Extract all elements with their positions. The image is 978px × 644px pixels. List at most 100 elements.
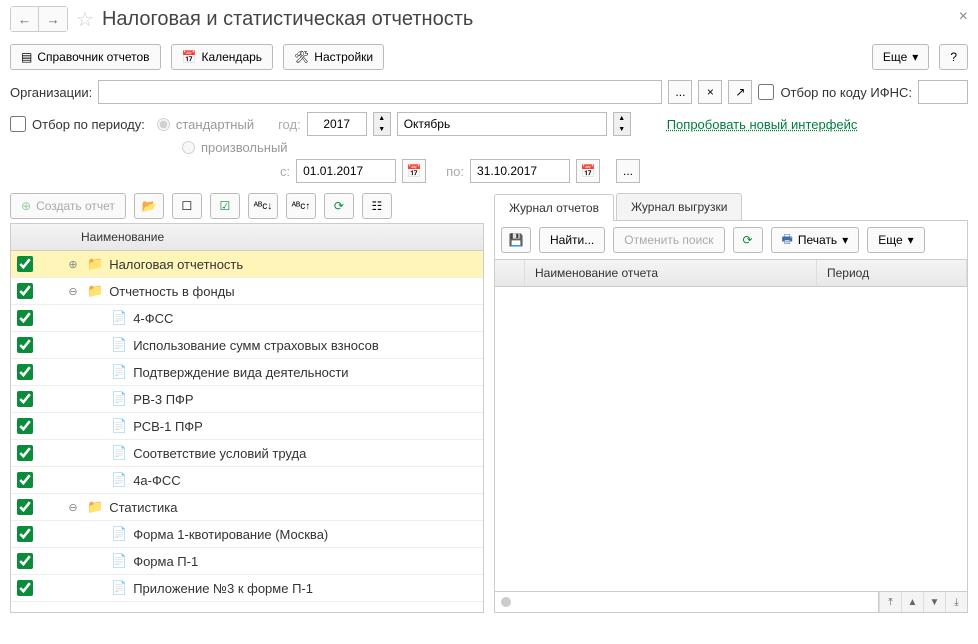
tree-row[interactable]: 📄РВ-3 ПФР (11, 386, 483, 413)
settings-button[interactable]: 🛠 Настройки (283, 44, 384, 70)
print-button[interactable]: 🖶 Печать ▾ (771, 227, 860, 253)
list-icon: ▤ (21, 50, 32, 64)
range-choose-button[interactable]: ... (616, 159, 640, 183)
expand-icon[interactable]: ⊕ (65, 258, 81, 271)
tree-row[interactable]: 📄Приложение №3 к форме П-1 (11, 575, 483, 602)
sort-desc-icon: ᴬᴮᴄ↓ (254, 201, 273, 212)
tree-row[interactable]: 📄Форма 1-квотирование (Москва) (11, 521, 483, 548)
org-label: Организации: (10, 85, 92, 100)
col-name[interactable]: Наименование отчета (525, 260, 817, 286)
tab-journal-export[interactable]: Журнал выгрузки (616, 193, 743, 220)
tree-button[interactable]: ☷ (362, 193, 392, 219)
row-label: 4а-ФСС (133, 473, 180, 488)
tree-row[interactable]: ⊕ 📁 Налоговая отчетность (11, 251, 483, 278)
sort-asc-icon: ᴬᴮᴄ↑ (292, 201, 311, 212)
tab-journal-reports[interactable]: Журнал отчетов (494, 194, 614, 221)
calendar-button[interactable]: 📅 Календарь (171, 44, 274, 70)
tree-header-name[interactable]: Наименование (11, 224, 483, 251)
calendar-icon: 📅 (182, 50, 197, 64)
expand-icon[interactable]: ⊖ (65, 285, 81, 298)
ifns-checkbox[interactable] (758, 84, 774, 100)
row-checkbox[interactable] (17, 283, 33, 299)
row-checkbox[interactable] (17, 364, 33, 380)
document-icon: 📄 (111, 337, 127, 353)
refresh-right-button[interactable]: ⟳ (733, 227, 763, 253)
scroll-down-button[interactable]: ▼ (923, 592, 945, 612)
right-toolbar: 💾 Найти... Отменить поиск ⟳ 🖶 Печать ▾ Е… (495, 221, 967, 259)
more-button[interactable]: Еще ▾ (872, 44, 929, 70)
month-spinner[interactable]: ▲▼ (613, 112, 631, 136)
scroll-bottom-button[interactable]: ⤓ (945, 592, 967, 612)
to-calendar-button[interactable]: 📅 (576, 159, 600, 183)
row-checkbox[interactable] (17, 391, 33, 407)
row-label: Налоговая отчетность (109, 257, 243, 272)
forward-button[interactable]: → (39, 7, 67, 31)
custom-radio[interactable]: произвольный (182, 140, 288, 155)
close-icon[interactable]: × (959, 8, 968, 26)
org-select-button[interactable]: ... (668, 80, 692, 104)
tree-row[interactable]: ⊖📁Отчетность в фонды (11, 278, 483, 305)
scroll-up-button[interactable]: ▲ (901, 592, 923, 612)
to-date-input[interactable] (470, 159, 570, 183)
report-tree: Наименование ⊕ 📁 Налоговая отчетность ⊖📁Отч… (10, 223, 484, 613)
scroll-top-button[interactable]: ⤒ (879, 592, 901, 612)
period-checkbox[interactable] (10, 116, 26, 132)
right-more-button[interactable]: Еще ▾ (867, 227, 924, 253)
tree-row[interactable]: 📄4-ФСС (11, 305, 483, 332)
org-clear-button[interactable]: × (698, 80, 722, 104)
cancel-find-button[interactable]: Отменить поиск (613, 227, 724, 253)
try-new-link[interactable]: Попробовать новый интерфейс (667, 117, 858, 132)
reports-guide-button[interactable]: ▤ Справочник отчетов (10, 44, 161, 70)
tree-row[interactable]: 📄Использование сумм страховых взносов (11, 332, 483, 359)
refresh-left-button[interactable]: ⟳ (324, 193, 354, 219)
standard-radio[interactable]: стандартный (157, 117, 254, 132)
col-icon[interactable] (495, 260, 525, 286)
month-input[interactable] (397, 112, 607, 136)
row-checkbox[interactable] (17, 526, 33, 542)
row-checkbox[interactable] (17, 418, 33, 434)
tree-row[interactable]: 📄Подтверждение вида деятельности (11, 359, 483, 386)
check-all-button[interactable]: ☑ (210, 193, 240, 219)
abc-desc-button[interactable]: ᴬᴮᴄ↓ (248, 193, 278, 219)
row-checkbox[interactable] (17, 256, 33, 272)
back-button[interactable]: ← (11, 7, 39, 31)
tree-row[interactable]: 📄4а-ФСС (11, 467, 483, 494)
scroll-track[interactable] (517, 595, 878, 609)
scroll-indicator[interactable] (501, 597, 511, 607)
expand-icon[interactable]: ⊖ (65, 501, 81, 514)
document-icon: 📄 (111, 310, 127, 326)
row-checkbox[interactable] (17, 310, 33, 326)
tree-row[interactable]: ⊖📁Статистика (11, 494, 483, 521)
tree-row[interactable]: 📄РСВ-1 ПФР (11, 413, 483, 440)
row-checkbox[interactable] (17, 337, 33, 353)
col-period[interactable]: Период (817, 260, 967, 286)
find-button[interactable]: Найти... (539, 227, 605, 253)
year-spinner[interactable]: ▲▼ (373, 112, 391, 136)
save-button[interactable]: 💾 (501, 227, 531, 253)
tree-row[interactable]: 📄Соответствие условий труда (11, 440, 483, 467)
create-report-button[interactable]: ⊕ Создать отчет (10, 193, 126, 219)
tree-row[interactable]: 📄Форма П-1 (11, 548, 483, 575)
star-icon[interactable]: ☆ (76, 7, 94, 32)
abc-asc-button[interactable]: ᴬᴮᴄ↑ (286, 193, 316, 219)
year-input[interactable] (307, 112, 367, 136)
row-checkbox[interactable] (17, 472, 33, 488)
document-icon: 📄 (111, 553, 127, 569)
folder-icon: 📁 (87, 256, 103, 272)
ifns-input[interactable] (918, 80, 968, 104)
help-button[interactable]: ? (939, 44, 968, 70)
open-folder-button[interactable]: 📂 (134, 193, 164, 219)
from-calendar-button[interactable]: 📅 (402, 159, 426, 183)
row-checkbox[interactable] (17, 445, 33, 461)
org-input[interactable] (98, 80, 662, 104)
row-checkbox[interactable] (17, 553, 33, 569)
row-checkbox[interactable] (17, 499, 33, 515)
settings-label: Настройки (314, 50, 373, 64)
left-toolbar: ⊕ Создать отчет 📂 ☐ ☑ ᴬᴮᴄ↓ ᴬᴮᴄ↑ ⟳ ☷ (10, 193, 484, 219)
row-checkbox[interactable] (17, 580, 33, 596)
uncheck-all-button[interactable]: ☐ (172, 193, 202, 219)
org-open-button[interactable]: ↗ (728, 80, 752, 104)
document-icon: 📄 (111, 445, 127, 461)
custom-row: произвольный (0, 140, 978, 155)
from-date-input[interactable] (296, 159, 396, 183)
